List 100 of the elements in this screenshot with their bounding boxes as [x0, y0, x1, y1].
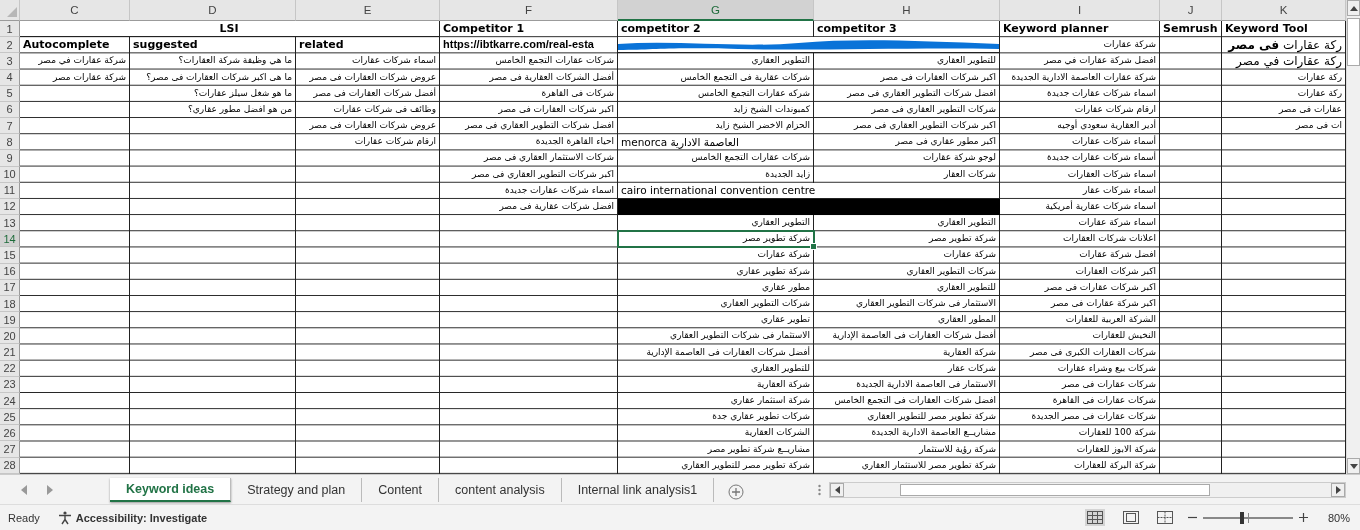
table-cell[interactable]: اكبر شركة عقارات فى مصر — [1000, 295, 1160, 313]
row-header[interactable]: 26 — [0, 425, 20, 442]
row-header[interactable]: 27 — [0, 441, 20, 458]
table-cell[interactable]: شركة عقارات — [618, 247, 814, 264]
table-cell[interactable]: ما هي وظيفة شركة العقارات؟ — [130, 53, 296, 70]
column-heading[interactable]: competitor 3 — [814, 21, 1000, 38]
table-cell[interactable]: لوجو شركة عقارات — [814, 150, 1000, 167]
table-cell[interactable]: شركة تطوير مصر — [618, 231, 814, 248]
table-cell[interactable]: اكبر شركات العقارات فى مصر — [440, 101, 618, 119]
table-cell[interactable]: عقارات فى مصر — [1222, 101, 1346, 119]
scroll-left-button[interactable] — [830, 482, 845, 497]
table-cell[interactable]: المطور العقاري — [814, 312, 1000, 329]
scrollbar-track[interactable] — [829, 481, 1346, 498]
row-header[interactable]: 9 — [0, 150, 20, 167]
scroll-up-button[interactable] — [1347, 0, 1360, 16]
table-cell[interactable]: ركة عقارات في مصر — [1222, 53, 1346, 70]
table-cell[interactable]: التطوير العقاري — [814, 215, 1000, 232]
table-cell[interactable]: شركة تطوير مصر للتطوير العقاري — [814, 409, 1000, 426]
accessibility-icon[interactable] — [57, 510, 72, 525]
scroll-down-button[interactable] — [1347, 458, 1360, 474]
column-header[interactable]: I — [1000, 0, 1160, 21]
table-cell[interactable]: افضل شركات التطوير العقاري فى مصر — [440, 118, 618, 135]
table-cell[interactable]: شركة الابوز للعقارات — [1000, 441, 1160, 458]
column-heading[interactable]: Keyword Tool — [1222, 21, 1346, 38]
table-cell[interactable]: الشركة العربية للعقارات — [1000, 312, 1160, 329]
table-cell[interactable]: افضل شركات العقارات فى التجمع الخامس — [814, 392, 1000, 410]
table-cell[interactable]: شركة تطوير مصر — [814, 231, 1000, 248]
table-cell[interactable]: شركة 100 للعقارات — [1000, 425, 1160, 442]
column-heading[interactable]: suggested — [130, 37, 296, 54]
row-header[interactable]: 14 — [0, 231, 20, 248]
table-cell[interactable]: اسماء شركات عقارات جديدة — [1000, 85, 1160, 102]
table-cell[interactable]: ات فى مصر — [1222, 118, 1346, 135]
row-header[interactable]: 20 — [0, 328, 20, 345]
next-sheet-icon[interactable] — [46, 484, 54, 495]
table-cell[interactable]: شركة عقارات في مصر — [20, 53, 130, 70]
table-cell[interactable]: شركة البركة للعقارات — [1000, 457, 1160, 474]
table-cell[interactable]: اكبر شركات التطوير العقاري فى مصر — [814, 118, 1000, 135]
table-cell[interactable]: التطوير العقاري — [618, 53, 814, 70]
table-cell[interactable]: شركات عقارات التجمع الخامس — [440, 53, 618, 70]
table-cell[interactable]: النخيش للعقارات — [1000, 328, 1160, 345]
table-cell[interactable]: شركات تطوير عقاري جدة — [618, 409, 814, 426]
table-cell[interactable]: ركة عقارات فى مصر — [1222, 37, 1346, 54]
zoom-level[interactable]: 80% — [1327, 511, 1350, 524]
table-cell[interactable]: اكبر شركات العقارات — [1000, 263, 1160, 280]
table-cell[interactable]: أسماء شركات عقارات — [1000, 134, 1160, 151]
table-cell[interactable]: cairo international convention centre — [618, 182, 1000, 199]
column-header[interactable]: C — [20, 0, 130, 21]
table-cell[interactable]: شركة تطوير مصر للتطوير العقاري — [618, 457, 814, 474]
column-header[interactable]: G — [618, 0, 814, 21]
row-header[interactable]: 21 — [0, 344, 20, 361]
row-header[interactable]: 7 — [0, 118, 20, 135]
column-heading[interactable]: LSI — [20, 21, 440, 38]
table-cell[interactable]: ما هى اكبر شركات العقارات فى مصر؟ — [130, 69, 296, 86]
table-cell[interactable]: شركات التطوير العقاري — [618, 295, 814, 313]
column-heading[interactable]: Semrush — [1160, 21, 1222, 38]
fill-handle[interactable] — [810, 243, 817, 251]
table-cell[interactable]: للتطوير العقاري — [618, 360, 814, 377]
zoom-in-icon[interactable] — [1298, 513, 1308, 522]
table-cell[interactable]: شركة العقارية — [618, 376, 814, 393]
sheet-tab[interactable]: Keyword ideas — [110, 477, 232, 502]
row-header[interactable]: 15 — [0, 247, 20, 264]
column-heading[interactable]: Keyword planner — [1000, 21, 1160, 38]
row-header[interactable]: 3 — [0, 53, 20, 70]
table-cell[interactable]: اسماء شركات عقار — [1000, 182, 1160, 199]
table-cell[interactable]: اعلانات شركات العقارات — [1000, 231, 1160, 248]
table-cell[interactable]: اسماء شركة عقارات — [1000, 215, 1160, 232]
table-cell[interactable]: شركات عقارات فى مصر الجديدة — [1000, 409, 1160, 426]
table-cell[interactable]: شركات التطوير العقاري فى مصر — [814, 101, 1000, 119]
table-cell[interactable]: افضل شركات عقارية فى مصر — [440, 198, 618, 216]
table-cell[interactable]: أفضل الشركات العقارية فى مصر — [440, 69, 618, 86]
table-cell[interactable]: شركة عقارات — [1000, 37, 1160, 54]
row-header[interactable]: 19 — [0, 312, 20, 329]
table-cell[interactable]: شركات عقارات فى مصر — [1000, 376, 1160, 393]
table-cell[interactable]: شركات بيع وشراء عقارات — [1000, 360, 1160, 377]
sheet-tab[interactable]: Internal link analysis1 — [561, 477, 715, 502]
zoom-slider-thumb[interactable] — [1239, 511, 1244, 524]
table-cell[interactable]: شركة العقارية — [814, 344, 1000, 361]
page-layout-icon[interactable] — [1122, 511, 1139, 524]
row-header[interactable]: 1 — [0, 21, 20, 38]
normal-view-icon[interactable] — [1084, 509, 1105, 526]
table-cell[interactable]: شركة عقارات العاصمة الادارية الجديدة — [1000, 69, 1160, 86]
table-cell[interactable]: تطوير عقاري — [618, 312, 814, 329]
table-cell[interactable]: مطور عقاري — [618, 279, 814, 296]
column-header[interactable]: E — [296, 0, 440, 21]
table-cell[interactable]: عروض شركات العقارات فى مصر — [296, 69, 440, 86]
table-cell[interactable]: افضل شركة عقارات — [1000, 247, 1160, 264]
table-cell[interactable]: شركه عقارات التجمع الخامس — [618, 85, 814, 102]
table-cell[interactable]: شركات عقارات فى القاهرة — [1000, 392, 1160, 410]
column-heading[interactable]: Autocomplete — [20, 37, 130, 54]
table-cell[interactable]: مشاريــع شركة تطوير مصر — [618, 441, 814, 458]
table-cell[interactable]: شركات التطوير العقاري — [814, 263, 1000, 280]
table-cell[interactable]: الاستثمار فى شركات التطوير العقاري — [814, 295, 1000, 313]
table-cell[interactable]: أفضل شركات العقارات فى العاصمة الإدارية — [814, 328, 1000, 345]
table-cell[interactable]: الاستثمار فى العاصمة الادارية الجديدة — [814, 376, 1000, 393]
add-sheet-icon[interactable] — [728, 483, 745, 500]
table-cell[interactable]: شركة تطوير مصر للاستثمار العقاري — [814, 457, 1000, 474]
row-header[interactable]: 13 — [0, 215, 20, 232]
table-cell[interactable]: شركة عقارات — [814, 247, 1000, 264]
table-cell[interactable]: شركات عقارية فى التجمع الخامس — [618, 69, 814, 86]
table-cell[interactable]: اكبر مطور عقاري فى مصر — [814, 134, 1000, 151]
